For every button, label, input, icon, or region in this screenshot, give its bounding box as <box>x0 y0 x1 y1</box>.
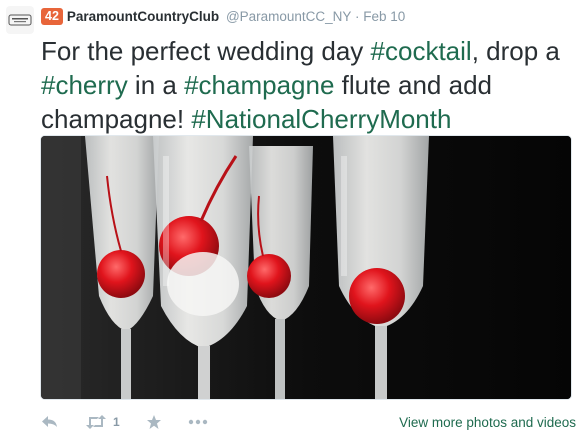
reply-icon <box>42 416 57 427</box>
display-name[interactable]: ParamountCountryClub <box>67 9 219 24</box>
tweet-photo[interactable] <box>40 135 572 400</box>
tweet-text-part: in a <box>127 70 185 100</box>
retweet-icon <box>86 415 106 429</box>
star-icon <box>146 415 161 429</box>
hashtag-champagne[interactable]: #champagne <box>184 70 334 100</box>
champagne-photo <box>41 136 571 399</box>
view-more-photos-link[interactable]: View more photos and videos <box>399 415 576 430</box>
favorite-button[interactable] <box>146 414 162 430</box>
retweet-button[interactable]: 1 <box>85 415 120 429</box>
hashtag-cherry[interactable]: #cherry <box>41 70 128 100</box>
tweet-date[interactable]: Feb 10 <box>363 9 405 24</box>
ellipsis-icon <box>188 419 207 425</box>
retweet-count: 1 <box>113 415 120 429</box>
tweet-text-part: For the perfect wedding day <box>41 36 371 66</box>
hashtag-cocktail[interactable]: #cocktail <box>371 36 472 66</box>
reply-button[interactable] <box>41 415 59 429</box>
notification-badge: 42 <box>41 8 63 25</box>
more-button[interactable] <box>188 419 208 425</box>
user-handle[interactable]: @ParamountCC_NY <box>226 9 351 24</box>
tweet-text-part: , drop a <box>471 36 560 66</box>
tweet-text: For the perfect wedding day #cocktail, d… <box>41 34 576 136</box>
header-separator: · <box>354 9 360 24</box>
club-logo-icon <box>8 14 32 26</box>
tweet-header: 42 ParamountCountryClub @ParamountCC_NY ·… <box>41 8 405 25</box>
tweet-actions: 1 View more photos and videos <box>41 408 576 436</box>
hashtag-nationalcherrymonth[interactable]: #NationalCherryMonth <box>191 104 451 134</box>
avatar[interactable] <box>6 6 34 34</box>
